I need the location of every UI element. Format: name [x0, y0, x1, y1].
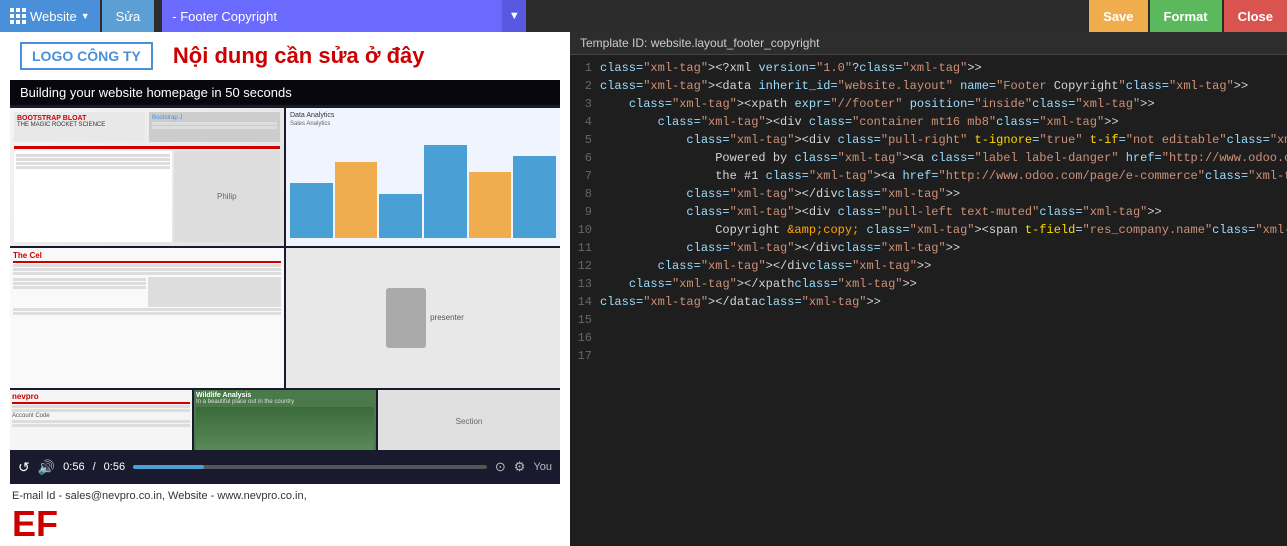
save-button[interactable]: Save: [1089, 0, 1147, 32]
video-progress-bar[interactable]: [133, 465, 487, 469]
website-preview-panel: LOGO CÔNG TY Nội dung cần sửa ở đây Buil…: [0, 32, 570, 546]
website-menu-button[interactable]: Website ▼: [0, 0, 100, 32]
video-area: Building your website homepage in 50 sec…: [10, 80, 560, 450]
code-line: 6 Powered by class="xml-tag"><a class="l…: [570, 149, 1287, 167]
footer-email-text: E-mail Id - sales@nevpro.co.in, Website …: [12, 490, 558, 502]
line-content: the #1 class="xml-tag"><a href="http://w…: [600, 167, 1287, 185]
replay-icon[interactable]: ↺: [18, 459, 30, 476]
logo-section: LOGO CÔNG TY Nội dung cần sửa ở đây: [0, 32, 570, 80]
total-duration: 0:56: [104, 461, 125, 473]
thumb-bootstrap: BOOTSTRAP BLOAT THE MAGIC ROCKET SCIENCE…: [10, 108, 284, 246]
main-layout: LOGO CÔNG TY Nội dung cần sửa ở đây Buil…: [0, 32, 1287, 546]
line-number: 14: [570, 293, 600, 311]
template-select-container: - Footer Copyright ▼: [162, 0, 526, 32]
code-line: 17: [570, 347, 1287, 365]
video-bottom-row: nevpro Account Code Wildlife Analysis In…: [10, 390, 560, 450]
thumb-newspaper: The Cel: [10, 248, 284, 389]
line-number: 5: [570, 131, 600, 149]
close-button[interactable]: Close: [1224, 0, 1287, 32]
settings-icon[interactable]: ⚙: [514, 459, 526, 475]
template-select[interactable]: - Footer Copyright: [162, 0, 502, 32]
line-number: 4: [570, 113, 600, 131]
line-number: 17: [570, 347, 600, 365]
wildlife-title: Wildlife Analysis: [196, 392, 374, 399]
line-content: class="xml-tag"></divclass="xml-tag">>: [600, 257, 1287, 275]
footer-logo-big: EF: [12, 506, 58, 542]
time-separator: /: [93, 461, 96, 473]
line-number: 1: [570, 59, 600, 77]
template-select-wrapper: - Footer Copyright ▼: [154, 0, 1085, 32]
code-line: 7 the #1 class="xml-tag"><a href="http:/…: [570, 167, 1287, 185]
code-line: 8 class="xml-tag"></divclass="xml-tag">>: [570, 185, 1287, 203]
code-line: 1class="xml-tag"><?xml version="1.0"?cla…: [570, 59, 1287, 77]
line-number: 15: [570, 311, 600, 329]
topbar: Website ▼ Sửa - Footer Copyright ▼ Save …: [0, 0, 1287, 32]
line-number: 6: [570, 149, 600, 167]
code-line: 16: [570, 329, 1287, 347]
code-line: 14class="xml-tag"></dataclass="xml-tag">…: [570, 293, 1287, 311]
format-button[interactable]: Format: [1150, 0, 1222, 32]
code-line: 5 class="xml-tag"><div class="pull-right…: [570, 131, 1287, 149]
line-number: 13: [570, 275, 600, 293]
logo-text: LOGO CÔNG TY: [20, 42, 153, 70]
current-time: 0:56: [63, 461, 84, 473]
cc-icon[interactable]: ⊙: [495, 459, 506, 475]
code-line: 11 class="xml-tag"></divclass="xml-tag">…: [570, 239, 1287, 257]
line-number: 8: [570, 185, 600, 203]
line-number: 16: [570, 329, 600, 347]
line-content: class="xml-tag"></xpathclass="xml-tag">>: [600, 275, 1287, 293]
video-grid: BOOTSTRAP BLOAT THE MAGIC ROCKET SCIENCE…: [10, 108, 560, 388]
code-line: 15: [570, 311, 1287, 329]
thumb-analytics: Data Analytics Sales Analytics: [286, 108, 560, 246]
chevron-down-icon: ▼: [81, 11, 90, 21]
video-title: Building your website homepage in 50 sec…: [10, 80, 560, 105]
thumb-nevpro: nevpro Account Code: [10, 390, 192, 450]
wildlife-subtitle: In a beautiful place out in the country: [196, 399, 374, 405]
edit-button[interactable]: Sửa: [102, 0, 155, 32]
code-editor-panel: Template ID: website.layout_footer_copyr…: [570, 32, 1287, 546]
chart-title: Data Analytics: [290, 112, 556, 119]
code-line: 4 class="xml-tag"><div class="container …: [570, 113, 1287, 131]
code-line: 10 Copyright &amp;copy; class="xml-tag">…: [570, 221, 1287, 239]
grid-icon: [10, 8, 26, 24]
line-number: 12: [570, 257, 600, 275]
select-arrow-icon[interactable]: ▼: [502, 0, 526, 32]
line-number: 3: [570, 95, 600, 113]
line-number: 2: [570, 77, 600, 95]
line-number: 11: [570, 239, 600, 257]
code-line: 13 class="xml-tag"></xpathclass="xml-tag…: [570, 275, 1287, 293]
line-content: class="xml-tag"><data inherit_id="websit…: [600, 77, 1287, 95]
thumb-wildlife: Wildlife Analysis In a beautiful place o…: [194, 390, 376, 450]
line-content: class="xml-tag"></dataclass="xml-tag">>: [600, 293, 1287, 311]
footer-logo-area: EF: [12, 506, 558, 542]
thumb-person: presenter: [286, 248, 560, 389]
line-content: class="xml-tag"></divclass="xml-tag">>: [600, 185, 1287, 203]
section-label: Section: [456, 417, 483, 426]
footer-preview: E-mail Id - sales@nevpro.co.in, Website …: [0, 484, 570, 546]
line-content: Copyright &amp;copy; class="xml-tag"><sp…: [600, 221, 1287, 239]
line-content: class="xml-tag"><xpath expr="//footer" p…: [600, 95, 1287, 113]
code-line: 12 class="xml-tag"></divclass="xml-tag">…: [570, 257, 1287, 275]
edit-hint-text: Nội dung cần sửa ở đây: [173, 43, 425, 69]
video-controls: ↺ 🔊 0:56 / 0:56 ⊙ ⚙ You: [10, 450, 560, 484]
code-line: 9 class="xml-tag"><div class="pull-left …: [570, 203, 1287, 221]
line-number: 10: [570, 221, 600, 239]
website-label: Website: [30, 9, 77, 24]
progress-bar-fill: [133, 465, 204, 469]
line-number: 9: [570, 203, 600, 221]
line-content: class="xml-tag"><?xml version="1.0"?clas…: [600, 59, 1287, 77]
code-line: 2class="xml-tag"><data inherit_id="websi…: [570, 77, 1287, 95]
line-number: 7: [570, 167, 600, 185]
youtube-label: You: [533, 461, 552, 473]
thumb-section: Section: [378, 390, 560, 450]
line-content: Powered by class="xml-tag"><a class="lab…: [600, 149, 1287, 167]
line-content: class="xml-tag"></divclass="xml-tag">>: [600, 239, 1287, 257]
line-content: class="xml-tag"><div class="pull-right" …: [600, 131, 1287, 149]
code-editor[interactable]: 1class="xml-tag"><?xml version="1.0"?cla…: [570, 55, 1287, 546]
line-content: class="xml-tag"><div class="pull-left te…: [600, 203, 1287, 221]
line-content: class="xml-tag"><div class="container mt…: [600, 113, 1287, 131]
volume-icon[interactable]: 🔊: [38, 459, 55, 476]
code-line: 3 class="xml-tag"><xpath expr="//footer"…: [570, 95, 1287, 113]
template-id-bar: Template ID: website.layout_footer_copyr…: [570, 32, 1287, 55]
